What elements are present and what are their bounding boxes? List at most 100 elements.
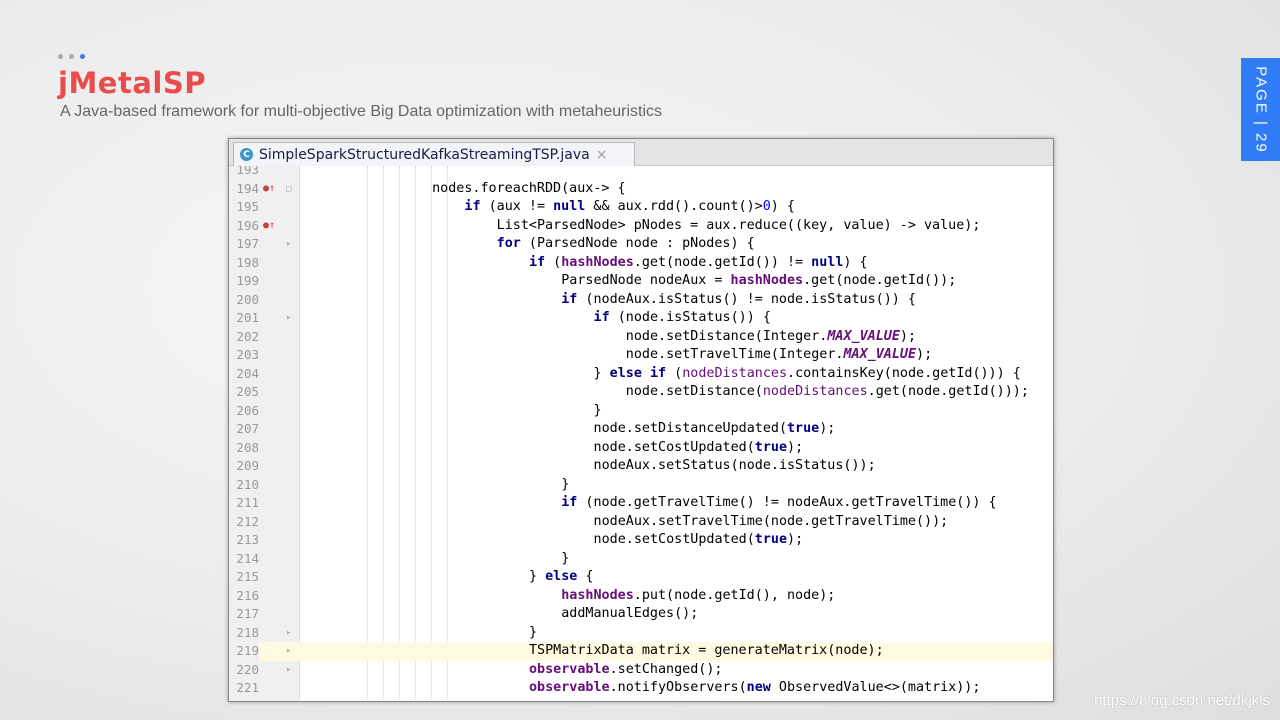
code-text: nodeAux.setStatus(node.isStatus());: [593, 458, 876, 473]
code-text: if (node.isStatus()) {: [593, 310, 771, 325]
fold-marker-icon[interactable]: ▸: [286, 235, 291, 254]
line-number: 200: [236, 291, 259, 307]
code-line[interactable]: 207 node.setDistanceUpdated(true);: [229, 420, 1053, 439]
code-text: observable.setChanged();: [528, 661, 723, 677]
code-text: TSPMatrixData matrix = generateMatrix(no…: [528, 643, 884, 658]
code-line[interactable]: 203 node.setTravelTime(Integer.MAX_VALUE)…: [229, 346, 1053, 365]
code-line[interactable]: 193: [229, 166, 1053, 180]
code-line[interactable]: 215 } else {: [229, 568, 1053, 587]
line-number: 210: [236, 476, 259, 492]
code-text: if (nodeAux.isStatus() != node.isStatus(…: [561, 291, 916, 307]
code-line[interactable]: 205 node.setDistance(nodeDistances.get(no…: [229, 383, 1053, 402]
code-line[interactable]: 194 ●↑ □ nodes.foreachRDD(aux-> {: [229, 180, 1053, 199]
line-number: 194: [236, 180, 259, 196]
line-number: 212: [236, 513, 259, 529]
code-line[interactable]: 219 ▸ TSPMatrixData matrix = generateMatri…: [229, 642, 1053, 661]
code-line[interactable]: 220 ▸ observable.setChanged();: [229, 661, 1053, 680]
code-line[interactable]: 216 hashNodes.put(node.getId(), node);: [229, 587, 1053, 606]
code-text: node.setTravelTime(Integer.MAX_VALUE);: [625, 347, 933, 362]
line-number: 198: [236, 254, 259, 270]
dot: [69, 54, 74, 59]
code-text: for (ParsedNode node : pNodes) {: [496, 236, 755, 251]
dot-active: [80, 54, 85, 59]
code-text: nodes.foreachRDD(aux-> {: [432, 180, 626, 196]
code-line[interactable]: 218 ▸}: [229, 624, 1053, 643]
code-line[interactable]: 195 if (aux != null && aux.rdd().count()>…: [229, 198, 1053, 217]
fold-marker-icon[interactable]: □: [286, 180, 291, 199]
line-number: 211: [236, 495, 259, 510]
breakpoint-lambda-icon[interactable]: ●↑: [263, 217, 275, 236]
code-line[interactable]: 202 node.setDistance(Integer.MAX_VALUE);: [229, 328, 1053, 347]
line-number: 203: [236, 347, 259, 362]
page-number-tag: PAGE | 29: [1241, 58, 1280, 161]
fold-marker-icon[interactable]: ▸: [286, 642, 291, 661]
breakpoint-lambda-icon[interactable]: ●↑: [263, 180, 275, 199]
code-text: }: [561, 550, 570, 566]
code-line[interactable]: 211 if (node.getTravelTime() != nodeAux.g…: [229, 494, 1053, 513]
line-number: 216: [236, 587, 259, 603]
code-text: observable.notifyObservers(new ObservedV…: [528, 680, 981, 695]
code-area[interactable]: 193 194 ●↑ □ nodes.foreachRDD(aux-> {195 if (…: [229, 166, 1053, 701]
code-text: }: [528, 624, 538, 640]
page-number-label: PAGE | 29: [1252, 65, 1269, 154]
line-number: 197: [236, 236, 259, 251]
code-line[interactable]: 209 nodeAux.setStatus(node.isStatus());: [229, 457, 1053, 476]
code-text: node.setDistance(nodeDistances.get(node.…: [625, 384, 1029, 399]
code-line[interactable]: 200 if (nodeAux.isStatus() != node.isStat…: [229, 291, 1053, 310]
code-line[interactable]: 213 node.setCostUpdated(true);: [229, 531, 1053, 550]
code-line[interactable]: 199 ParsedNode nodeAux = hashNodes.get(no…: [229, 272, 1053, 291]
code-text: List<ParsedNode> pNodes = aux.reduce((ke…: [496, 217, 981, 233]
line-number: 207: [236, 421, 259, 436]
close-icon[interactable]: ×: [596, 147, 608, 163]
code-line[interactable]: 204 } else if (nodeDistances.containsKey(…: [229, 365, 1053, 384]
code-text: if (node.getTravelTime() != nodeAux.getT…: [561, 495, 997, 510]
code-text: } else if (nodeDistances.containsKey(nod…: [593, 365, 1021, 381]
dot: [58, 54, 63, 59]
code-text: node.setDistance(Integer.MAX_VALUE);: [625, 328, 917, 344]
line-number: 217: [236, 606, 259, 621]
line-number: 195: [236, 199, 259, 214]
line-number: 204: [236, 365, 259, 381]
line-number: 206: [236, 402, 259, 418]
line-number: 193: [236, 166, 259, 177]
code-text: node.setCostUpdated(true);: [593, 532, 804, 547]
line-number: 215: [236, 569, 259, 584]
code-text: } else {: [528, 569, 594, 584]
line-number: 208: [236, 439, 259, 455]
code-text: if (hashNodes.get(node.getId()) != null)…: [528, 254, 868, 270]
code-text: addManualEdges();: [561, 606, 699, 621]
line-number: 221: [236, 680, 259, 695]
line-number: 209: [236, 458, 259, 473]
editor-tab-label: SimpleSparkStructuredKafkaStreamingTSP.j…: [259, 146, 590, 163]
code-line[interactable]: 198 if (hashNodes.get(node.getId()) != nu…: [229, 254, 1053, 273]
line-number: 202: [236, 328, 259, 344]
brand-logo: jMetalSP: [58, 66, 206, 100]
watermark: https://blog.csdn.net/dkjkls: [1094, 692, 1270, 709]
java-class-icon: C: [240, 148, 253, 161]
fold-marker-icon[interactable]: ▸: [286, 661, 291, 680]
fold-marker-icon[interactable]: ▸: [286, 309, 291, 328]
code-line[interactable]: 221 observable.notifyObservers(new Observ…: [229, 679, 1053, 698]
fold-marker-icon[interactable]: ▸: [286, 624, 291, 643]
code-line[interactable]: 197 ▸ for (ParsedNode node : pNodes) {: [229, 235, 1053, 254]
code-line[interactable]: 217 addManualEdges();: [229, 605, 1053, 624]
line-number: 205: [236, 384, 259, 399]
code-line[interactable]: 210}: [229, 476, 1053, 495]
code-line[interactable]: 196 ●↑ List<ParsedNode> pNodes = aux.reduc…: [229, 217, 1053, 236]
line-number: 201: [236, 310, 259, 325]
code-line[interactable]: 201 ▸ if (node.isStatus()) {: [229, 309, 1053, 328]
code-line[interactable]: 206}: [229, 402, 1053, 421]
line-number: 196: [236, 217, 259, 233]
editor-tab-bar: C SimpleSparkStructuredKafkaStreamingTSP…: [229, 139, 1053, 166]
editor-tab[interactable]: C SimpleSparkStructuredKafkaStreamingTSP…: [233, 142, 635, 166]
code-line[interactable]: 212 nodeAux.setTravelTime(node.getTravelT…: [229, 513, 1053, 532]
code-line[interactable]: 214}: [229, 550, 1053, 569]
code-text: node.setDistanceUpdated(true);: [593, 421, 836, 436]
line-number: 219: [229, 642, 259, 661]
code-text: ParsedNode nodeAux = hashNodes.get(node.…: [561, 273, 957, 288]
code-line[interactable]: 208 node.setCostUpdated(true);: [229, 439, 1053, 458]
slide-dots: [58, 54, 85, 59]
code-text: }: [593, 402, 602, 418]
line-number: 220: [236, 661, 259, 677]
line-number: 213: [236, 532, 259, 547]
